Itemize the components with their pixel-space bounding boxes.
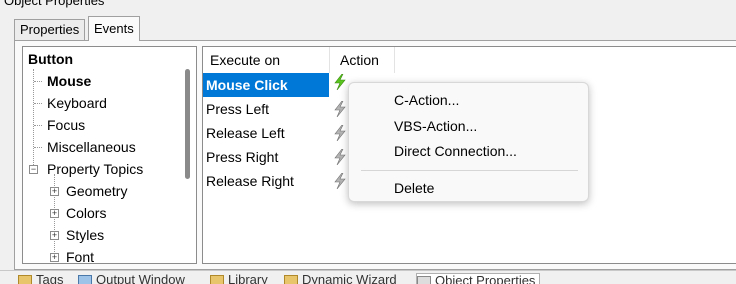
tree-item-miscellaneous[interactable]: Miscellaneous	[47, 136, 136, 158]
menu-separator	[361, 170, 578, 171]
lightning-gray-icon[interactable]	[333, 125, 347, 141]
context-menu: C-Action... VBS-Action... Direct Connect…	[348, 82, 589, 202]
lightning-gray-icon[interactable]	[333, 149, 347, 165]
table-row-release-right[interactable]: Release Right	[203, 169, 329, 193]
expand-icon[interactable]: +	[50, 231, 59, 240]
window-tab-object-properties[interactable]: Object Properties	[416, 273, 541, 284]
collapse-icon[interactable]: −	[29, 165, 38, 174]
tab-properties[interactable]: Properties	[14, 19, 86, 40]
column-header-action[interactable]: Action	[330, 47, 395, 73]
tree-connector	[33, 69, 34, 165]
menu-item-c-action[interactable]: C-Action...	[394, 89, 459, 111]
window-tab-dynamic-wizard[interactable]: Dynamic Wizard	[284, 273, 397, 284]
lightning-green-icon[interactable]	[333, 74, 347, 90]
tree-connector	[34, 81, 42, 82]
tree-connector	[34, 125, 42, 126]
tree-item-font[interactable]: Font	[66, 246, 94, 263]
tree-connector	[34, 147, 42, 148]
tree-connector	[34, 103, 42, 104]
window-tab-bar: Tags Output Window Library Dynamic Wizar…	[0, 270, 736, 284]
lightning-gray-icon[interactable]	[333, 173, 347, 189]
menu-item-vbs-action[interactable]: VBS-Action...	[394, 115, 477, 137]
window-title: Object Properties	[4, 0, 105, 8]
table-row-press-left[interactable]: Press Left	[203, 97, 329, 121]
tree-item-focus[interactable]: Focus	[47, 114, 85, 136]
tree-item-geometry[interactable]: Geometry	[66, 180, 127, 202]
menu-item-direct-connection[interactable]: Direct Connection...	[394, 140, 517, 162]
window-tab-output-window[interactable]: Output Window	[78, 273, 185, 284]
window-tab-library[interactable]: Library	[210, 273, 268, 284]
lightning-gray-icon[interactable]	[333, 101, 347, 117]
tree-item-keyboard[interactable]: Keyboard	[47, 92, 107, 114]
tree-item-button[interactable]: Button	[28, 48, 73, 70]
expand-icon[interactable]: +	[50, 209, 59, 218]
table-row-press-right[interactable]: Press Right	[203, 145, 329, 169]
expand-icon[interactable]: +	[50, 187, 59, 196]
column-header-execute-on[interactable]: Execute on	[203, 47, 330, 73]
tree-item-colors[interactable]: Colors	[66, 202, 106, 224]
window-titlebar: Object Properties	[0, 0, 736, 10]
tree-item-mouse[interactable]: Mouse	[47, 70, 91, 92]
menu-item-delete[interactable]: Delete	[394, 177, 434, 199]
tree-item-property-topics[interactable]: Property Topics	[47, 158, 143, 180]
scrollbar-thumb[interactable]	[185, 69, 190, 179]
tree-item-styles[interactable]: Styles	[66, 224, 104, 246]
expand-icon[interactable]: +	[50, 253, 59, 262]
table-row-mouse-click[interactable]: Mouse Click	[203, 73, 329, 97]
tab-events[interactable]: Events	[88, 16, 140, 41]
event-tree[interactable]: Button Mouse Keyboard Focus Miscellaneou…	[22, 46, 197, 264]
window-tab-tags[interactable]: Tags	[18, 273, 63, 284]
table-row-release-left[interactable]: Release Left	[203, 121, 329, 145]
tree-scrollbar[interactable]	[180, 47, 196, 263]
